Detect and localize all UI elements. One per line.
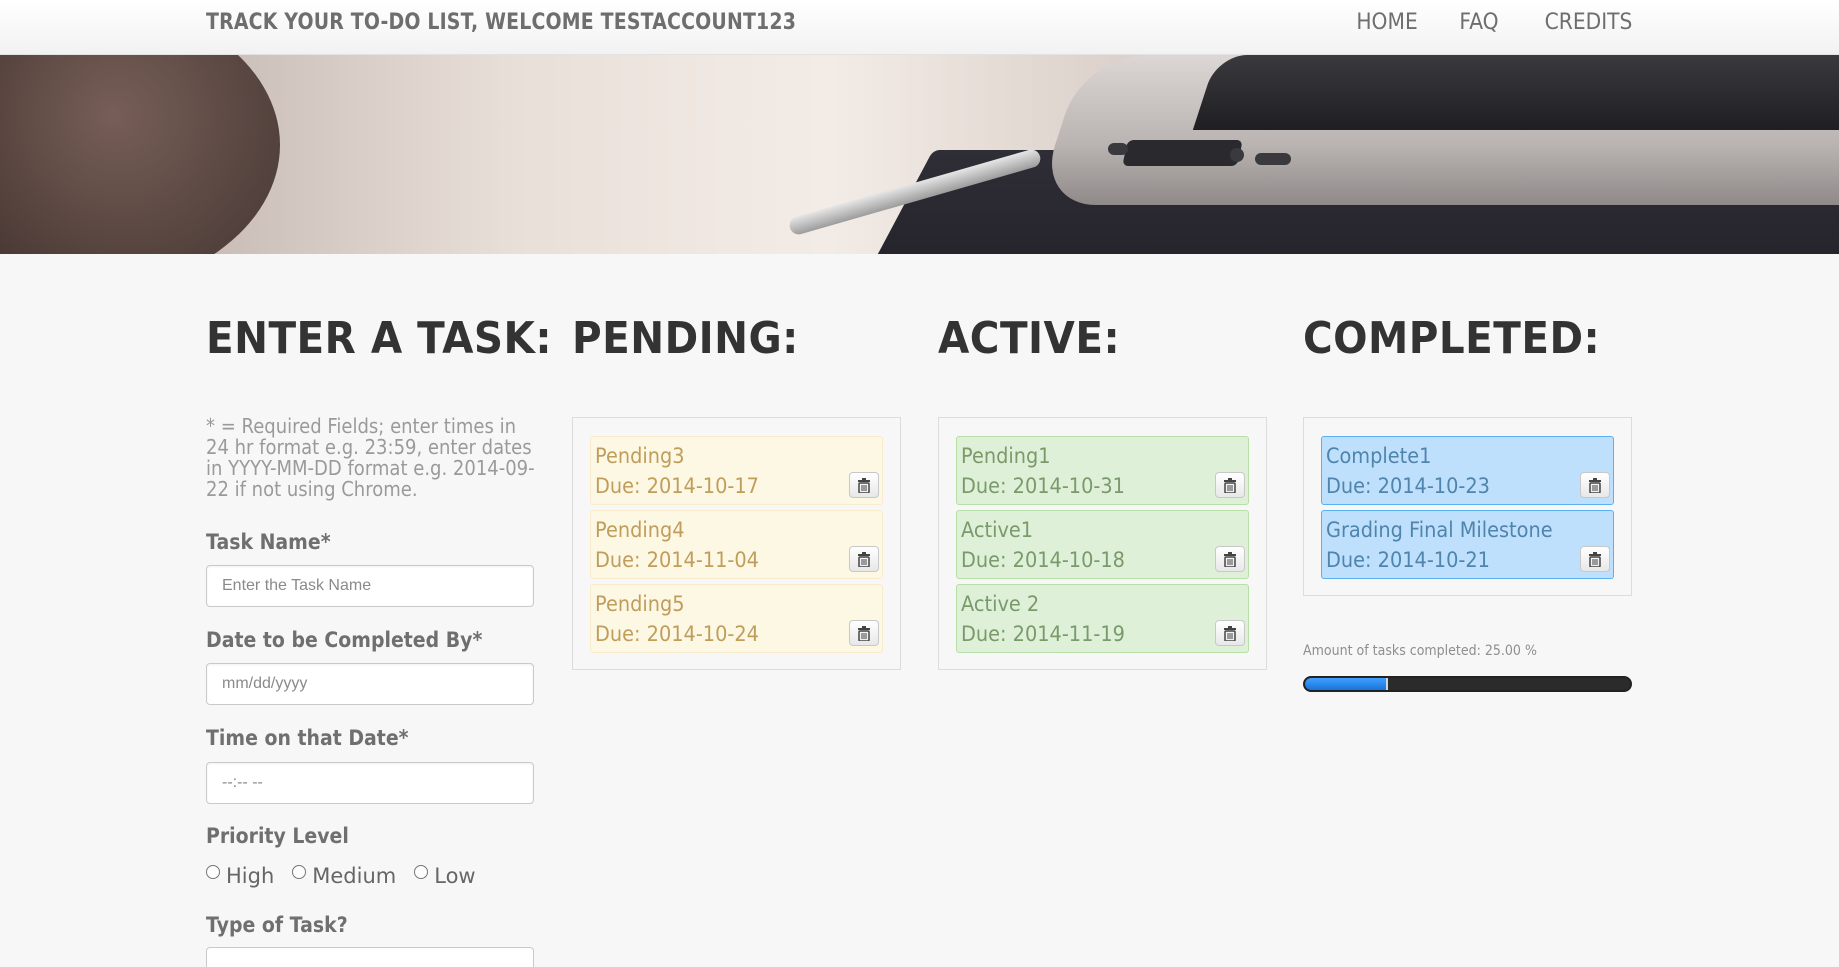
priority-low-radio[interactable] [414,865,429,879]
task-due-date: Due: 2014-10-24 [595,622,759,646]
top-navbar: TRACK YOUR TO-DO LIST, WELCOME TESTACCOU… [0,0,1839,55]
task-name: Pending5 [595,592,685,616]
trash-icon [1224,477,1236,493]
task-name: Active 2 [961,592,1040,616]
active-task-card[interactable]: Active1 Due: 2014-10-18 [956,510,1249,579]
nav-links: HOME FAQ CREDITS [1351,10,1632,35]
hero-phone-screw [1230,148,1244,162]
priority-low-option[interactable]: Low [414,864,476,888]
trash-icon [858,625,870,641]
required-fields-help: * = Required Fields; enter times in 24 h… [206,414,535,501]
task-due-date: Due: 2014-11-04 [595,548,759,572]
hero-cup-shape [0,55,280,254]
task-due-date: Due: 2014-10-17 [595,474,759,498]
delete-task-button[interactable] [1580,546,1610,572]
priority-high-text: High [226,864,275,888]
trash-icon [858,551,870,567]
active-task-card[interactable]: Active 2 Due: 2014-11-19 [956,584,1249,653]
hero-phone-speaker [1108,143,1128,155]
delete-task-button[interactable] [1215,472,1245,498]
task-name: Complete1 [1326,444,1432,468]
completed-task-card[interactable]: Grading Final Milestone Due: 2014-10-21 [1321,510,1614,579]
delete-task-button[interactable] [849,620,879,646]
date-label: Date to be Completed By* [206,628,483,652]
completed-task-card[interactable]: Complete1 Due: 2014-10-23 [1321,436,1614,505]
priority-radio-group: High Medium Low [206,864,476,888]
nav-home-link[interactable]: HOME [1357,10,1418,35]
date-input[interactable] [206,663,534,705]
completion-progress-bar [1303,676,1632,692]
task-name: Pending3 [595,444,685,468]
task-due-date: Due: 2014-10-31 [961,474,1125,498]
task-name: Pending1 [961,444,1051,468]
delete-task-button[interactable] [1215,546,1245,572]
hero-phone-grille [1255,153,1291,165]
delete-task-button[interactable] [849,546,879,572]
trash-icon [1224,551,1236,567]
task-name-input[interactable] [206,565,534,607]
task-type-label: Type of Task? [206,913,348,937]
pending-task-card[interactable]: Pending4 Due: 2014-11-04 [590,510,883,579]
task-due-date: Due: 2014-11-19 [961,622,1125,646]
task-type-select[interactable] [206,947,534,967]
trash-icon [1224,625,1236,641]
progress-bar-fill [1305,678,1389,690]
priority-low-text: Low [434,864,476,888]
hero-banner-image [0,55,1839,254]
task-due-date: Due: 2014-10-18 [961,548,1125,572]
time-input[interactable] [206,762,534,804]
task-name: Grading Final Milestone [1326,518,1553,542]
pending-task-card[interactable]: Pending5 Due: 2014-10-24 [590,584,883,653]
priority-high-option[interactable]: High [206,864,274,888]
active-task-panel: Pending1 Due: 2014-10-31 Active1 Due: 20… [938,417,1267,670]
nav-credits-link[interactable]: CREDITS [1544,10,1632,35]
priority-label: Priority Level [206,824,349,848]
brand-title[interactable]: TRACK YOUR TO-DO LIST, WELCOME TESTACCOU… [206,10,796,35]
pending-heading: PENDING: [572,313,799,364]
task-name-label: Task Name* [206,530,331,554]
enter-task-heading: ENTER A TASK: [206,313,552,364]
active-task-card[interactable]: Pending1 Due: 2014-10-31 [956,436,1249,505]
task-due-date: Due: 2014-10-23 [1326,474,1490,498]
delete-task-button[interactable] [849,472,879,498]
pending-task-panel: Pending3 Due: 2014-10-17 Pending4 Due: 2… [572,417,901,670]
active-heading: ACTIVE: [938,313,1121,364]
priority-medium-text: Medium [312,864,397,888]
delete-task-button[interactable] [1580,472,1610,498]
nav-faq-link[interactable]: FAQ [1459,10,1498,35]
task-due-date: Due: 2014-10-21 [1326,548,1490,572]
trash-icon [1589,477,1601,493]
task-name: Pending4 [595,518,685,542]
delete-task-button[interactable] [1215,620,1245,646]
priority-high-radio[interactable] [206,865,220,879]
pending-task-card[interactable]: Pending3 Due: 2014-10-17 [590,436,883,505]
hero-phone-port [1122,140,1243,166]
task-name: Active1 [961,518,1034,542]
trash-icon [858,477,870,493]
completed-task-panel: Complete1 Due: 2014-10-23 Grading Final … [1303,417,1632,596]
hero-phone-screen [1192,55,1839,130]
time-label: Time on that Date* [206,726,409,750]
trash-icon [1589,551,1601,567]
priority-medium-option[interactable]: Medium [292,864,396,888]
completed-heading: COMPLETED: [1303,313,1601,364]
priority-medium-radio[interactable] [292,865,307,879]
progress-label: Amount of tasks completed: 25.00 % [1303,643,1537,659]
